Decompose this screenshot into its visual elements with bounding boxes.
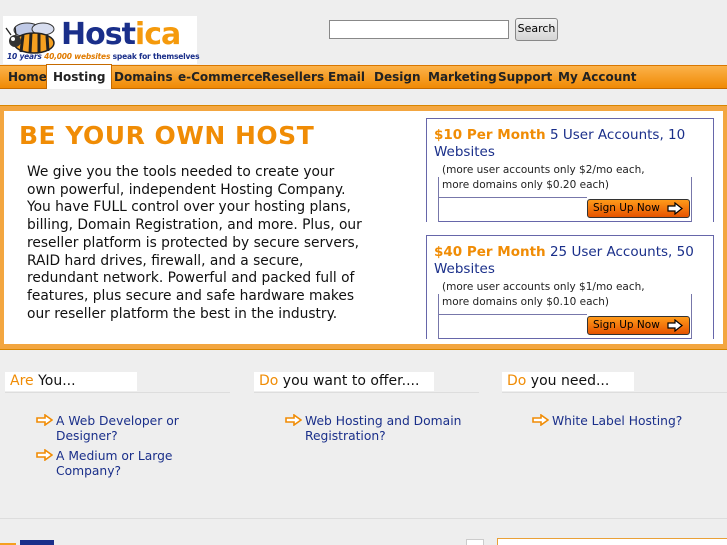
nav-item-email[interactable]: Email: [328, 66, 365, 88]
plan-card-divider: [691, 177, 713, 222]
link-medium-large-company[interactable]: A Medium or Large Company?: [36, 449, 216, 478]
plan-note: (more user accounts only $2/mo each, more…: [442, 164, 645, 191]
logo-tagline: 10 years 40,000 websites speak for thems…: [7, 52, 200, 61]
link-web-developer[interactable]: A Web Developer or Designer?: [36, 414, 216, 443]
logo-wordmark: Hostica: [61, 17, 181, 52]
nav-item-home[interactable]: Home: [8, 66, 47, 88]
plan-card-basic: $10 Per Month 5 User Accounts, 10 Websit…: [426, 118, 714, 222]
column-divider: [502, 392, 727, 393]
arrow-right-icon: [36, 414, 53, 426]
arrow-right-icon: [532, 414, 549, 426]
page-header: Hostica 10 years 40,000 websites speak f…: [0, 0, 727, 65]
plan-card-pro: $40 Per Month 25 User Accounts, 50 Websi…: [426, 235, 714, 339]
bee-mascot-icon: [5, 22, 55, 54]
search-button[interactable]: Search: [515, 18, 558, 41]
search-input[interactable]: [329, 20, 509, 39]
link-white-label-hosting[interactable]: White Label Hosting?: [532, 414, 722, 429]
hero-description: We give you the tools needed to create y…: [27, 164, 362, 322]
nav-item-resellers[interactable]: Resellers: [262, 66, 324, 88]
plan-card-divider: [691, 294, 713, 339]
footer-badge-icon: [0, 540, 54, 545]
hero-section: BE YOUR OWN HOST We give you the tools n…: [0, 105, 727, 350]
arrow-right-icon: [36, 449, 53, 461]
plan-price: $10 Per Month: [434, 127, 546, 143]
nav-spacer: [0, 89, 727, 105]
plan-note: (more user accounts only $1/mo each, more…: [442, 281, 645, 308]
column-heading-offer: Do you want to offer....: [254, 372, 434, 391]
plan-price: $40 Per Month: [434, 244, 546, 260]
nav-item-support[interactable]: Support: [498, 66, 552, 88]
column-heading-need: Do you need...: [502, 372, 634, 391]
plan-divider-line: [439, 197, 587, 198]
arrow-right-icon: [667, 202, 683, 215]
footer-box: [466, 539, 484, 545]
link-web-hosting-domain[interactable]: Web Hosting and Domain Registration?: [285, 414, 475, 443]
plan-headline: $10 Per Month 5 User Accounts, 10 Websit…: [434, 127, 710, 161]
column-divider: [254, 392, 479, 393]
hostica-logo[interactable]: Hostica 10 years 40,000 websites speak f…: [3, 16, 200, 64]
footer-panel: [497, 538, 727, 545]
plan-card-divider: [427, 177, 439, 222]
column-heading-are-you: Are You...: [5, 372, 137, 391]
nav-item-domains[interactable]: Domains: [114, 66, 173, 88]
sign-up-button[interactable]: Sign Up Now: [587, 316, 690, 335]
audience-columns: Are You... A Web Developer or Designer? …: [0, 350, 727, 518]
nav-item-my-account[interactable]: My Account: [558, 66, 637, 88]
nav-item-hosting[interactable]: Hosting: [46, 64, 113, 89]
main-nav: Home Hosting Domains e-Commerce Reseller…: [0, 64, 727, 89]
arrow-right-icon: [667, 319, 683, 332]
nav-item-ecommerce[interactable]: e-Commerce: [178, 66, 263, 88]
plan-headline: $40 Per Month 25 User Accounts, 50 Websi…: [434, 244, 710, 278]
footer-divider: [0, 518, 727, 519]
arrow-right-icon: [285, 414, 302, 426]
nav-item-marketing[interactable]: Marketing: [428, 66, 497, 88]
nav-item-design[interactable]: Design: [374, 66, 421, 88]
plan-card-divider: [427, 294, 439, 339]
hero-title: BE YOUR OWN HOST: [19, 121, 315, 150]
column-divider: [5, 392, 230, 393]
plan-divider-line: [439, 314, 587, 315]
sign-up-button[interactable]: Sign Up Now: [587, 199, 690, 218]
